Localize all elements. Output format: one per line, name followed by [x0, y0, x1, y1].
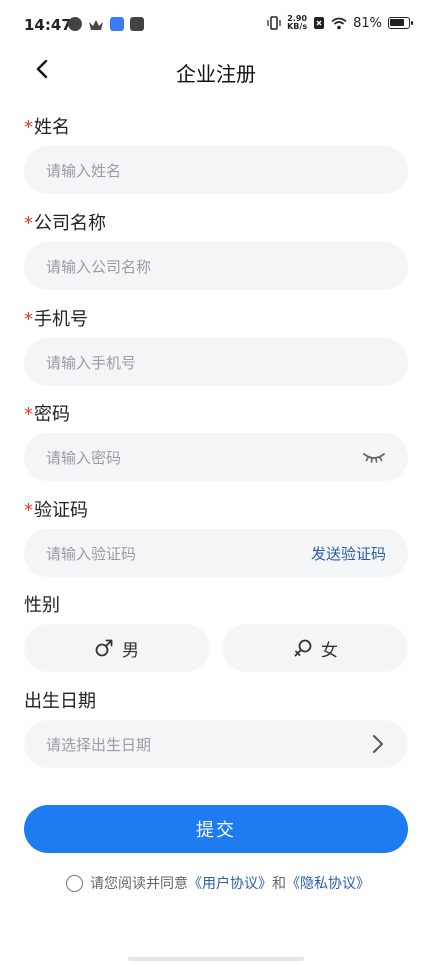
agreement-row: 请您阅读并同意 《用户协议》 和 《隐私协议》 — [66, 873, 370, 893]
network-speed: 2.90 KB/s — [287, 15, 307, 31]
password-label: *密码 — [24, 400, 70, 426]
page-title: 企业注册 — [176, 62, 256, 86]
company-input[interactable]: 请输入公司名称 — [24, 242, 408, 290]
gender-label: 性别 — [24, 595, 60, 616]
privacy-agreement-link[interactable]: 《隐私协议》 — [286, 873, 370, 893]
phone-placeholder: 请输入手机号 — [46, 354, 137, 372]
check-circle-icon — [68, 17, 82, 31]
name-label-text: 姓名 — [34, 117, 70, 138]
birthday-picker[interactable]: 请选择出生日期 — [24, 720, 408, 768]
gender-female-label: 女 — [321, 640, 338, 661]
birthday-placeholder: 请选择出生日期 — [46, 736, 152, 754]
code-input[interactable]: 请输入验证码 发送验证码 — [24, 529, 408, 577]
network-speed-unit: KB/s — [287, 22, 308, 31]
status-system-icons: 2.90 KB/s 81% — [267, 15, 413, 31]
vibrate-icon — [267, 16, 281, 30]
agreement-prefix: 请您阅读并同意 — [90, 876, 188, 892]
eye-closed-icon[interactable] — [362, 449, 386, 465]
phone-label-text: 手机号 — [34, 309, 88, 330]
status-notification-icons — [68, 17, 144, 31]
user-agreement-link[interactable]: 《用户协议》 — [188, 873, 272, 893]
name-label: *姓名 — [24, 113, 70, 139]
crown-icon — [88, 17, 104, 31]
name-input[interactable]: 请输入姓名 — [24, 146, 408, 194]
message-icon — [130, 17, 144, 31]
code-placeholder: 请输入验证码 — [46, 545, 137, 563]
phone-input[interactable]: 请输入手机号 — [24, 338, 408, 386]
status-bar: 14:47 2.90 KB/s 81% — [0, 0, 432, 50]
gender-female-option[interactable]: 女 — [223, 624, 408, 672]
required-mark: * — [24, 117, 33, 138]
phone-label: *手机号 — [24, 305, 88, 331]
wifi-icon — [331, 17, 347, 29]
company-placeholder: 请输入公司名称 — [46, 258, 152, 276]
app-notification-icon — [110, 17, 124, 31]
top-nav-bar: 企业注册 — [0, 50, 432, 94]
code-label: *验证码 — [24, 496, 88, 522]
male-icon — [95, 639, 113, 657]
gender-male-label: 男 — [122, 640, 139, 661]
no-sim-icon — [314, 17, 325, 29]
code-label-text: 验证码 — [34, 500, 88, 521]
company-label-text: 公司名称 — [34, 213, 106, 234]
female-icon — [294, 639, 312, 657]
submit-button[interactable]: 提交 — [24, 805, 408, 853]
home-indicator[interactable] — [128, 957, 304, 961]
chevron-right-icon — [373, 735, 383, 753]
company-label: *公司名称 — [24, 209, 106, 235]
required-mark: * — [24, 404, 33, 425]
agreement-and: 和 — [272, 876, 286, 892]
battery-percent: 81% — [353, 15, 382, 31]
birthday-label: 出生日期 — [24, 691, 96, 712]
password-input[interactable]: 请输入密码 — [24, 433, 408, 481]
password-label-text: 密码 — [34, 404, 70, 425]
agreement-checkbox[interactable] — [66, 874, 83, 892]
gender-male-option[interactable]: 男 — [24, 624, 209, 672]
required-mark: * — [24, 309, 33, 330]
required-mark: * — [24, 213, 33, 234]
battery-icon — [388, 17, 413, 29]
status-time: 14:47 — [24, 16, 72, 34]
send-code-button[interactable]: 发送验证码 — [311, 543, 386, 564]
required-mark: * — [24, 500, 33, 521]
password-placeholder: 请输入密码 — [46, 449, 122, 467]
name-placeholder: 请输入姓名 — [46, 162, 122, 180]
